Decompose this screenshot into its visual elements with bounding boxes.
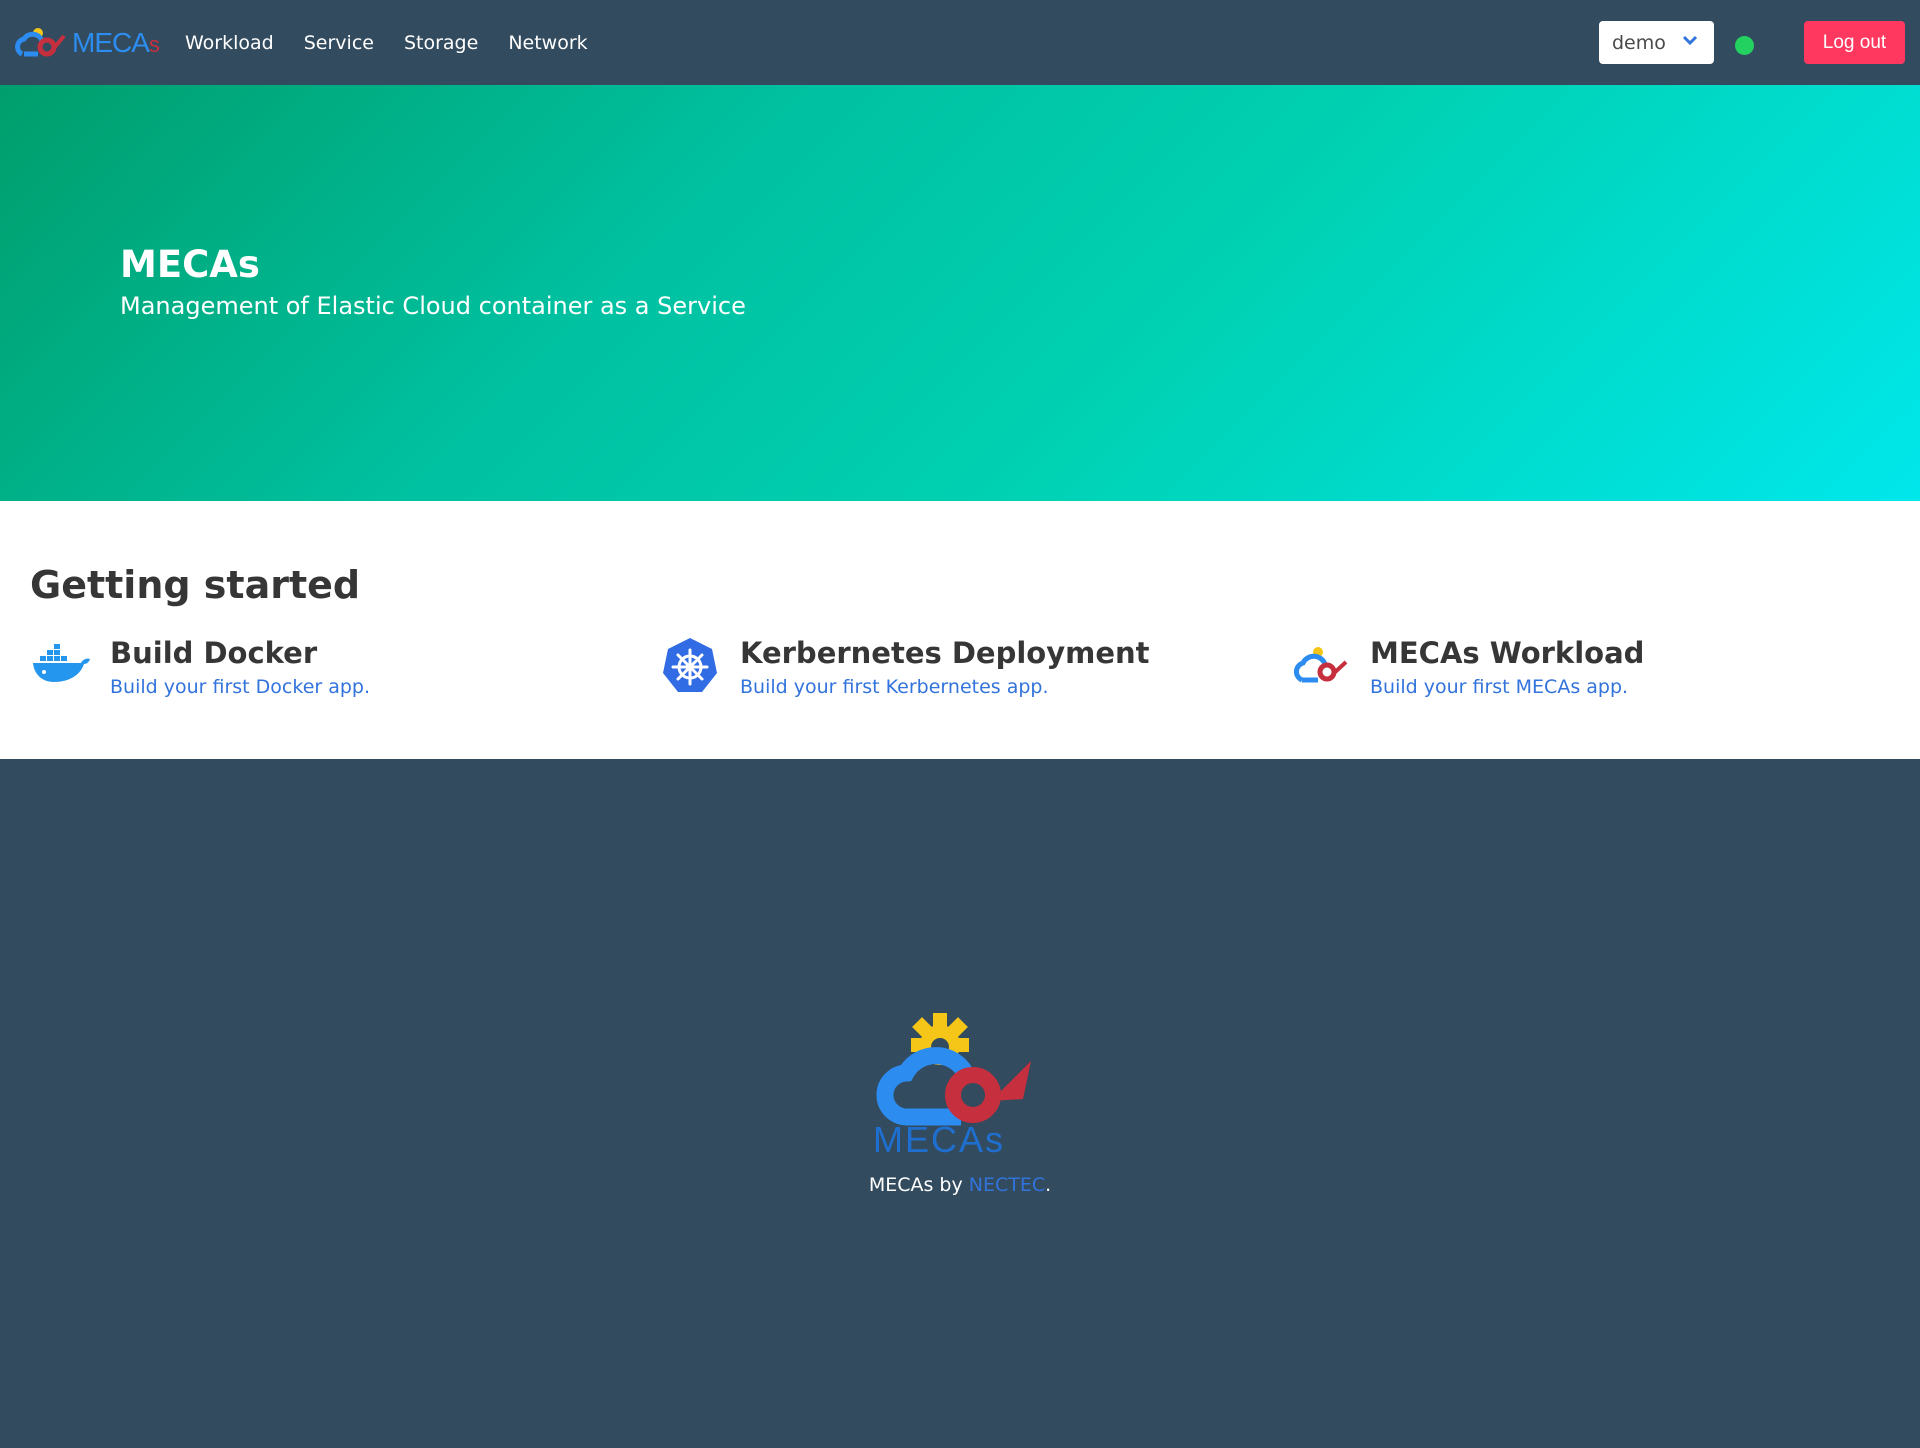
footer-logo-text: MECAs	[873, 1119, 1005, 1160]
hero-subtitle: Management of Elastic Cloud container as…	[120, 292, 746, 320]
brand-logo[interactable]: MECAs	[14, 24, 160, 62]
card-link[interactable]: Build your first Docker app.	[110, 676, 370, 698]
user-select[interactable]: demo	[1599, 21, 1714, 64]
getting-started-section: Getting started Build Docker Build your …	[0, 501, 1920, 759]
card-link[interactable]: Build your first Kerbernetes app.	[740, 676, 1049, 698]
card-mecas-workload[interactable]: MECAs Workload Build your first MECAs ap…	[1290, 636, 1890, 706]
page-footer: MECAs MECAs by NECTEC.	[0, 759, 1920, 1448]
main-nav: Workload Service Storage Network	[185, 0, 618, 85]
mecas-footer-logo-icon: MECAs	[873, 1013, 1031, 1160]
card-title: Build Docker	[110, 636, 318, 670]
footer-credit: MECAs by NECTEC.	[868, 1174, 1052, 1196]
logout-button[interactable]: Log out	[1804, 21, 1905, 64]
nav-workload[interactable]: Workload	[185, 32, 274, 54]
nectec-link[interactable]: NECTEC	[969, 1174, 1045, 1196]
card-build-docker[interactable]: Build Docker Build your first Docker app…	[30, 636, 630, 706]
nav-service[interactable]: Service	[304, 32, 374, 54]
card-title: MECAs Workload	[1370, 636, 1645, 670]
mecas-cloud-logo-icon	[15, 28, 66, 57]
nav-storage[interactable]: Storage	[404, 32, 478, 54]
card-kubernetes-deployment[interactable]: Kerbernetes Deployment Build your first …	[660, 636, 1260, 706]
section-title: Getting started	[30, 563, 361, 607]
nav-network[interactable]: Network	[508, 32, 587, 54]
chevron-down-icon	[1682, 35, 1698, 46]
brand-text: MECAs	[72, 27, 160, 58]
mecas-logo-icon	[1293, 647, 1348, 683]
kubernetes-helm-icon	[663, 638, 717, 692]
card-link[interactable]: Build your first MECAs app.	[1370, 676, 1628, 698]
top-navbar: MECAs Workload Service Storage Network d…	[0, 0, 1920, 85]
online-status-dot	[1735, 36, 1754, 55]
hero-title: MECAs	[120, 243, 260, 286]
docker-whale-icon	[33, 644, 90, 682]
hero-banner: MECAs Management of Elastic Cloud contai…	[0, 85, 1920, 501]
card-title: Kerbernetes Deployment	[740, 636, 1150, 670]
user-select-value: demo	[1612, 31, 1666, 54]
